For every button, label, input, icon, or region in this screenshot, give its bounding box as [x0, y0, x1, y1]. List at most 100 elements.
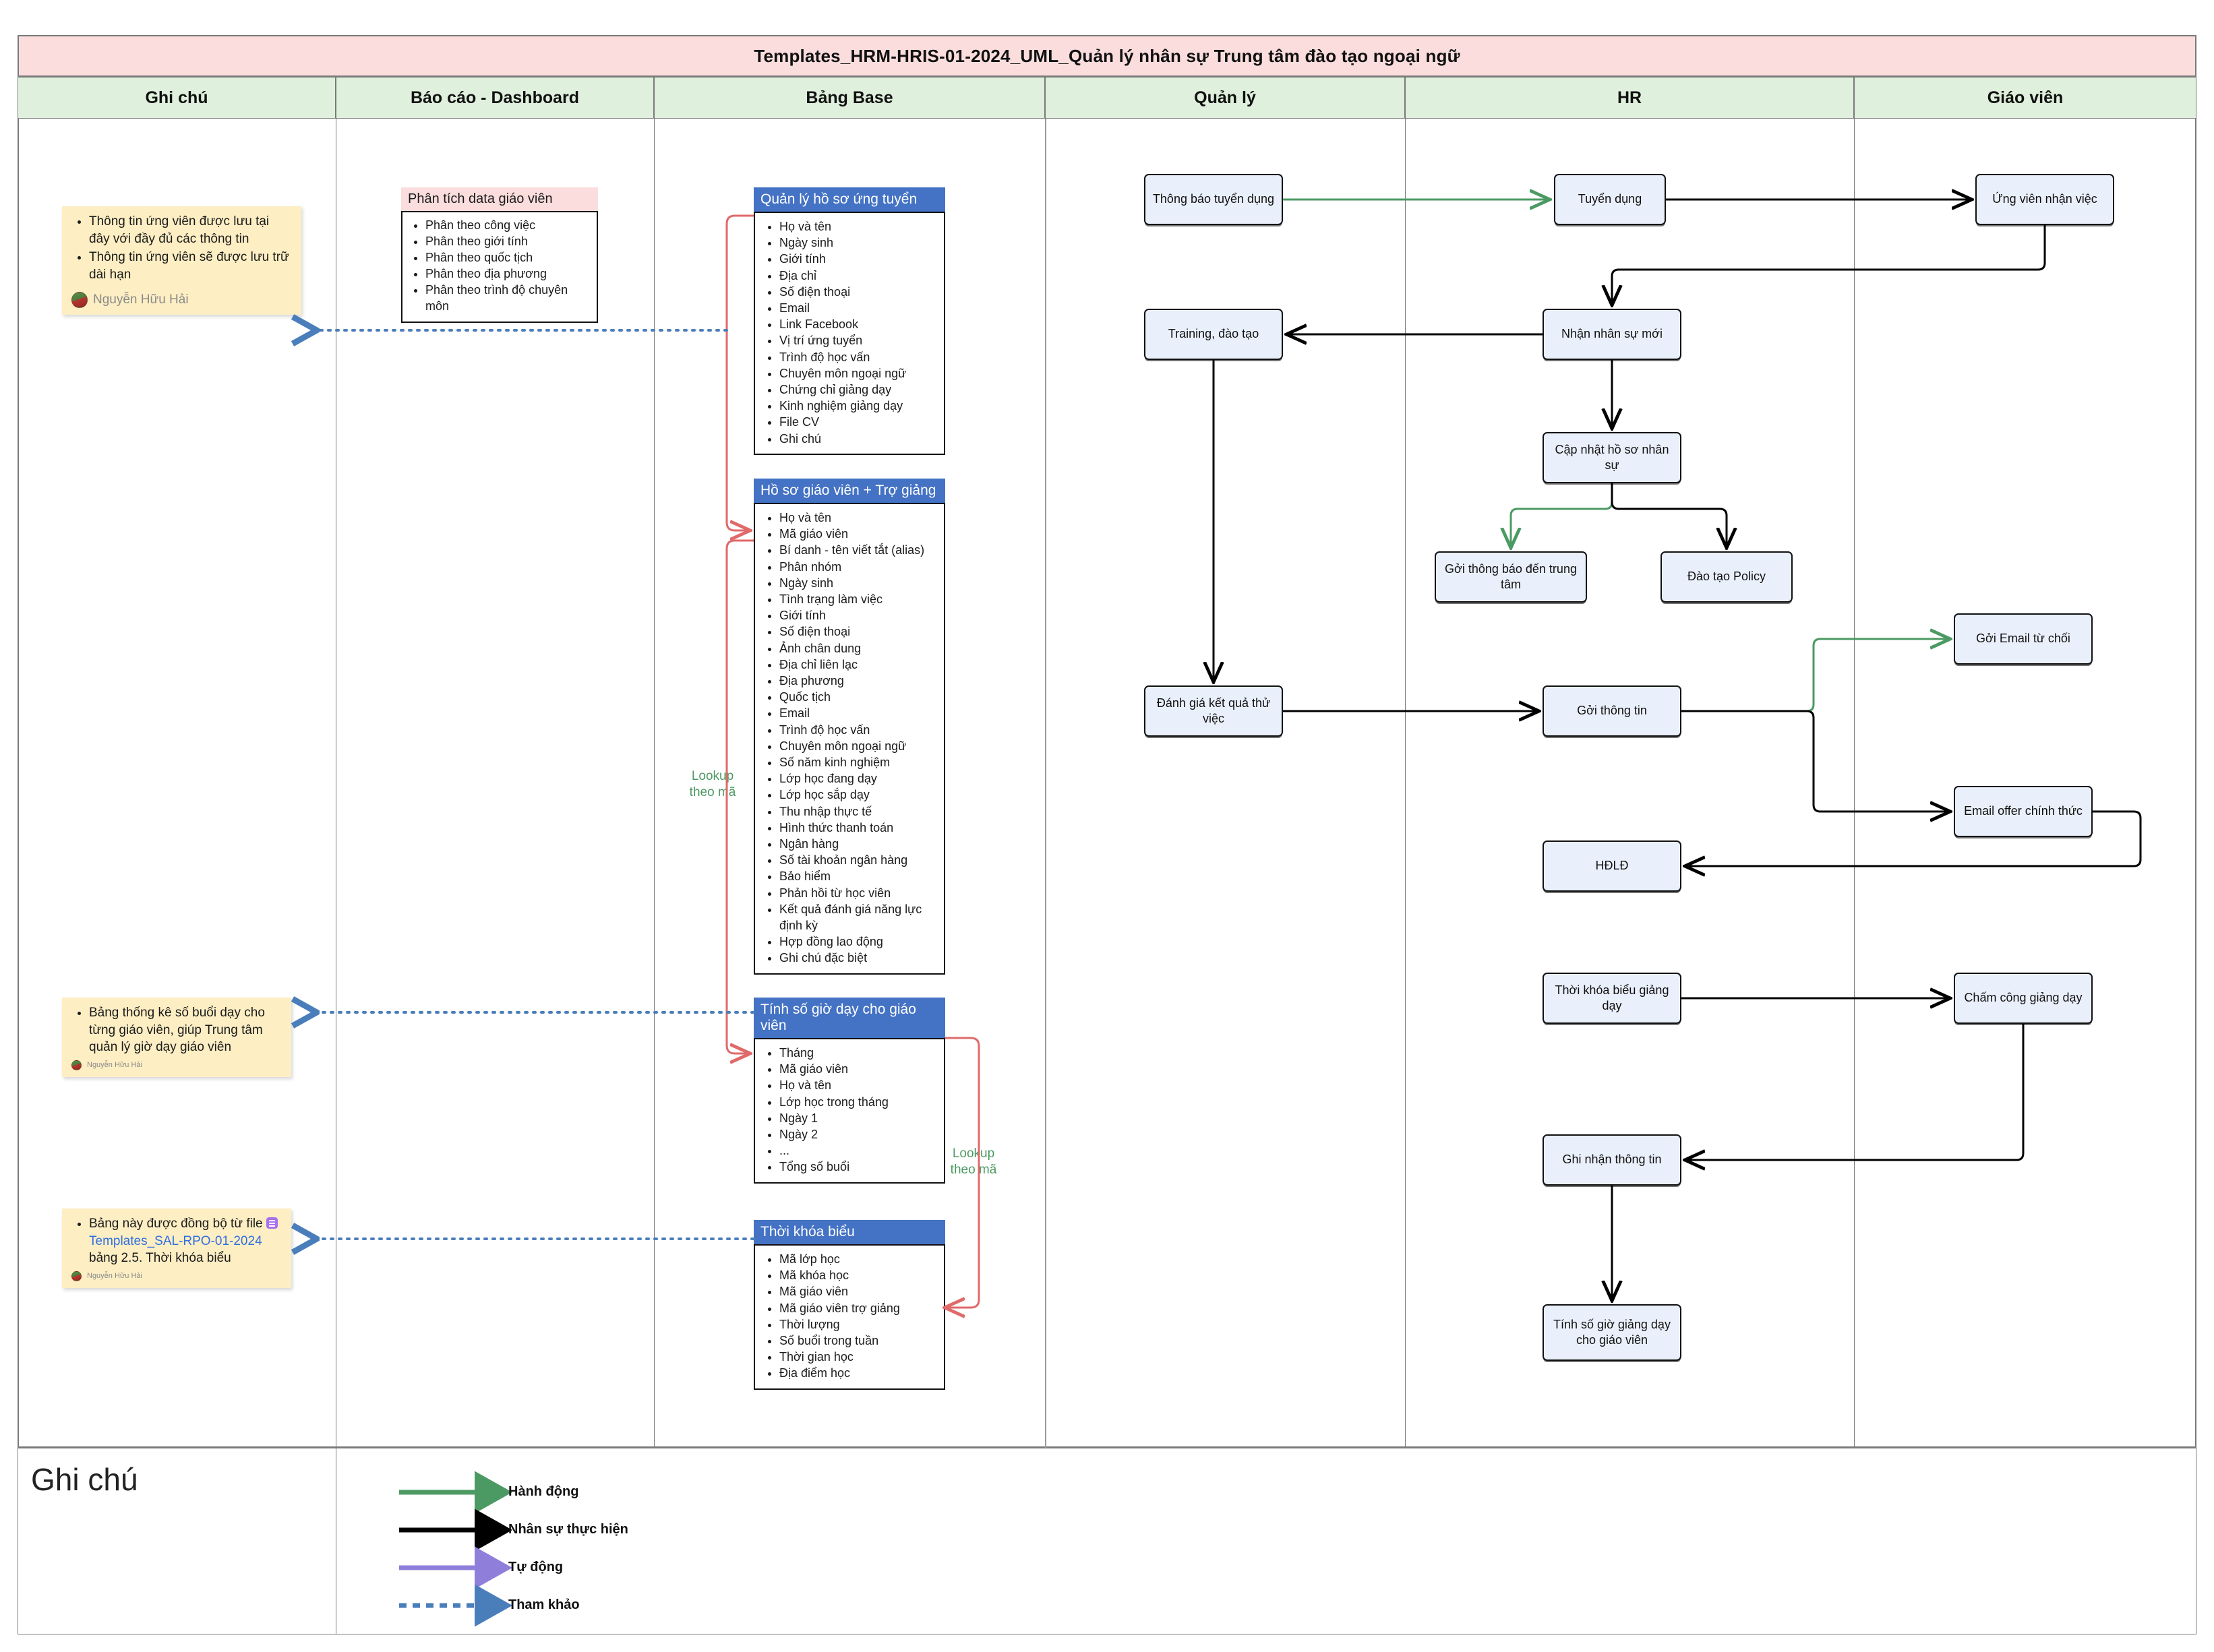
lane-divider-4: [1405, 119, 1406, 1448]
process-email-offer-chinh-thuc[interactable]: Email offer chính thức: [1954, 786, 2093, 837]
base-table-field: Kết quả đánh giá năng lực định kỳ: [779, 901, 937, 934]
base-table-title: Hồ sơ giáo viên + Trợ giảng: [754, 479, 945, 503]
base-table-body: Tháng Mã giáo viên Họ và tên Lớp học tro…: [754, 1038, 945, 1184]
note-item: Thông tin ứng viên được lưu tại đây với …: [89, 213, 292, 247]
note-author-name: Nguyễn Hữu Hải: [93, 292, 189, 307]
process-label: Đánh giá kết quả thử việc: [1156, 696, 1271, 725]
base-table-field: Ngày sinh: [779, 235, 937, 251]
base-table-thoi-khoa-bieu[interactable]: Thời khóa biểu Mã lớp học Mã khóa học Mã…: [754, 1220, 945, 1390]
base-table-quan-ly-ho-so-ung-tuyen[interactable]: Quản lý hồ sơ ứng tuyển Họ và tên Ngày s…: [754, 187, 945, 455]
base-table-field: Họ và tên: [779, 1077, 937, 1093]
process-hdld[interactable]: HĐLĐ: [1543, 840, 1681, 892]
base-table-field: Lớp học trong tháng: [779, 1094, 937, 1110]
process-label: Gởi thông tin: [1577, 704, 1647, 718]
base-table-field: Số điện thoại: [779, 623, 937, 640]
process-nhan-nhan-su-moi[interactable]: Nhận nhân sự mới: [1543, 309, 1681, 360]
lane-header-bang-base: Bảng Base: [654, 77, 1045, 119]
legend-label: Hành động: [508, 1484, 579, 1499]
base-table-field: Chứng chỉ giảng dạy: [779, 381, 937, 398]
base-table-field: Số tài khoản ngân hàng: [779, 852, 937, 868]
base-table-field: Địa phương: [779, 673, 937, 689]
note-item: Thông tin ứng viên sẽ được lưu trữ dài h…: [89, 249, 292, 283]
process-danh-gia-ket-qua-thu-viec[interactable]: Đánh giá kết quả thử việc: [1144, 685, 1283, 737]
base-table-field: Tổng số buổi: [779, 1159, 937, 1175]
base-table-field: Thời gian học: [779, 1349, 937, 1365]
base-table-title: Tính số giờ dạy cho giáo viên: [754, 998, 945, 1038]
process-tuyen-dung[interactable]: Tuyển dụng: [1554, 174, 1666, 225]
base-table-field: Hợp đồng lao động: [779, 934, 937, 950]
legend-hanh-dong: Hành động: [499, 1484, 578, 1500]
base-table-title: Thời khóa biểu: [754, 1220, 945, 1244]
process-cham-cong-giang-day[interactable]: Chấm công giảng dạy: [1954, 973, 2093, 1024]
process-dao-tao-policy[interactable]: Đào tạo Policy: [1660, 551, 1793, 603]
base-table-body: Họ và tên Mã giáo viên Bí danh - tên viế…: [754, 503, 945, 975]
base-table-field: Lớp học đang dạy: [779, 770, 937, 787]
base-table-field: Ghi chú: [779, 431, 937, 447]
table-reference-icon: [266, 1217, 278, 1229]
note-author-name: Nguyễn Hữu Hải: [87, 1272, 142, 1281]
process-goi-thong-bao-den-trung-tam[interactable]: Gởi thông báo đến trung tâm: [1435, 551, 1587, 603]
process-label: Cập nhật hồ sơ nhân sự: [1555, 442, 1669, 472]
base-table-field-list: Họ và tên Ngày sinh Giới tính Địa chỉ Số…: [762, 218, 937, 447]
base-table-field: Vị trí ứng tuyển: [779, 332, 937, 348]
report-card-phan-tich-data-giao-vien[interactable]: Phân tích data giáo viên Phân theo công …: [401, 187, 598, 323]
page-title: Templates_HRM-HRIS-01-2024_UML_Quản lý n…: [754, 45, 1460, 66]
avatar: [71, 1060, 82, 1070]
report-card-item: Phân theo trình độ chuyên môn: [425, 282, 590, 315]
base-table-field: Phân nhóm: [779, 559, 937, 575]
process-ung-vien-nhan-viec[interactable]: Ứng viên nhận việc: [1975, 174, 2114, 225]
note-thong-ke[interactable]: Bảng thống kê số buổi dạy cho từng giáo …: [62, 998, 291, 1077]
base-table-field: Số năm kinh nghiệm: [779, 754, 937, 770]
process-goi-thong-tin[interactable]: Gởi thông tin: [1543, 685, 1681, 737]
legend-tham-khao: Tham khảo: [499, 1597, 580, 1613]
base-table-body: Mã lớp học Mã khóa học Mã giáo viên Mã g…: [754, 1244, 945, 1390]
base-table-field-list: Họ và tên Mã giáo viên Bí danh - tên viế…: [762, 510, 937, 967]
lane-header-giao-vien: Giáo viên: [1854, 77, 2196, 119]
lookup-label-1: Lookup theo mã: [682, 768, 743, 801]
legend-label: Tham khảo: [508, 1597, 580, 1612]
base-table-field: Ngày sinh: [779, 575, 937, 591]
lookup-label-line2: theo mã: [689, 785, 736, 799]
note-author: Nguyễn Hữu Hải: [71, 291, 292, 308]
base-table-tinh-so-gio-day-cho-giao-vien[interactable]: Tính số giờ dạy cho giáo viên Tháng Mã g…: [754, 998, 945, 1184]
base-table-field: Tháng: [779, 1045, 937, 1061]
lookup-label-2: Lookup theo mã: [943, 1146, 1005, 1178]
process-label: HĐLĐ: [1595, 859, 1629, 873]
uml-diagram-page: Templates_HRM-HRIS-01-2024_UML_Quản lý n…: [0, 0, 2214, 1652]
note-file-link[interactable]: Templates_SAL-RPO-01-2024: [89, 1234, 262, 1248]
base-table-field: Email: [779, 300, 937, 316]
process-label: Training, đào tạo: [1168, 327, 1259, 341]
process-thong-bao-tuyen-dung[interactable]: Thông báo tuyển dụng: [1144, 174, 1283, 225]
lane-header-ghi-chu: Ghi chú: [18, 77, 336, 119]
base-table-field: Quốc tịch: [779, 689, 937, 705]
process-label: Chấm công giảng dạy: [1964, 991, 2083, 1005]
note-text-after: bảng 2.5. Thời khóa biểu: [89, 1251, 231, 1266]
diagram-title-bar: Templates_HRM-HRIS-01-2024_UML_Quản lý n…: [18, 35, 2196, 77]
report-card-item: Phân theo giới tính: [425, 234, 590, 250]
note-dong-bo[interactable]: Bảng này được đồng bộ từ file Templates_…: [62, 1209, 291, 1288]
report-card-body: Phân theo công việc Phân theo giới tính …: [401, 211, 598, 323]
base-table-field: Ghi chú đặc biệt: [779, 950, 937, 966]
base-table-field: Địa điểm học: [779, 1365, 937, 1381]
process-ghi-nhan-thong-tin[interactable]: Ghi nhận thông tin: [1543, 1134, 1681, 1186]
process-tinh-so-gio-giang-day[interactable]: Tính số giờ giảng dạy cho giáo viên: [1543, 1304, 1681, 1361]
base-table-ho-so-giao-vien-tro-giang[interactable]: Hồ sơ giáo viên + Trợ giảng Họ và tên Mã…: [754, 479, 945, 975]
base-table-field: Mã giáo viên: [779, 1283, 937, 1299]
lookup-label-line2: theo mã: [950, 1162, 997, 1177]
lane-header-label: HR: [1617, 88, 1642, 107]
process-label: Gởi Email từ chối: [1976, 632, 2070, 646]
process-training-dao-tao[interactable]: Training, đào tạo: [1144, 309, 1283, 360]
process-label: Thời khóa biểu giảng dạy: [1555, 983, 1669, 1012]
base-table-field: Trình độ học vấn: [779, 349, 937, 365]
avatar: [71, 1271, 82, 1281]
base-table-field: Lớp học sắp dạy: [779, 787, 937, 803]
avatar: [71, 291, 88, 308]
legend-box: [18, 1448, 2196, 1634]
base-table-field: Thời lượng: [779, 1316, 937, 1333]
lane-header-hr: HR: [1405, 77, 1854, 119]
note-ung-vien[interactable]: Thông tin ứng viên được lưu tại đây với …: [62, 206, 301, 315]
process-thoi-khoa-bieu-giang-day[interactable]: Thời khóa biểu giảng dạy: [1543, 973, 1681, 1024]
base-table-field: File CV: [779, 414, 937, 430]
process-cap-nhat-ho-so-nhan-su[interactable]: Cập nhật hồ sơ nhân sự: [1543, 432, 1681, 483]
process-goi-email-tu-choi[interactable]: Gởi Email từ chối: [1954, 613, 2093, 665]
